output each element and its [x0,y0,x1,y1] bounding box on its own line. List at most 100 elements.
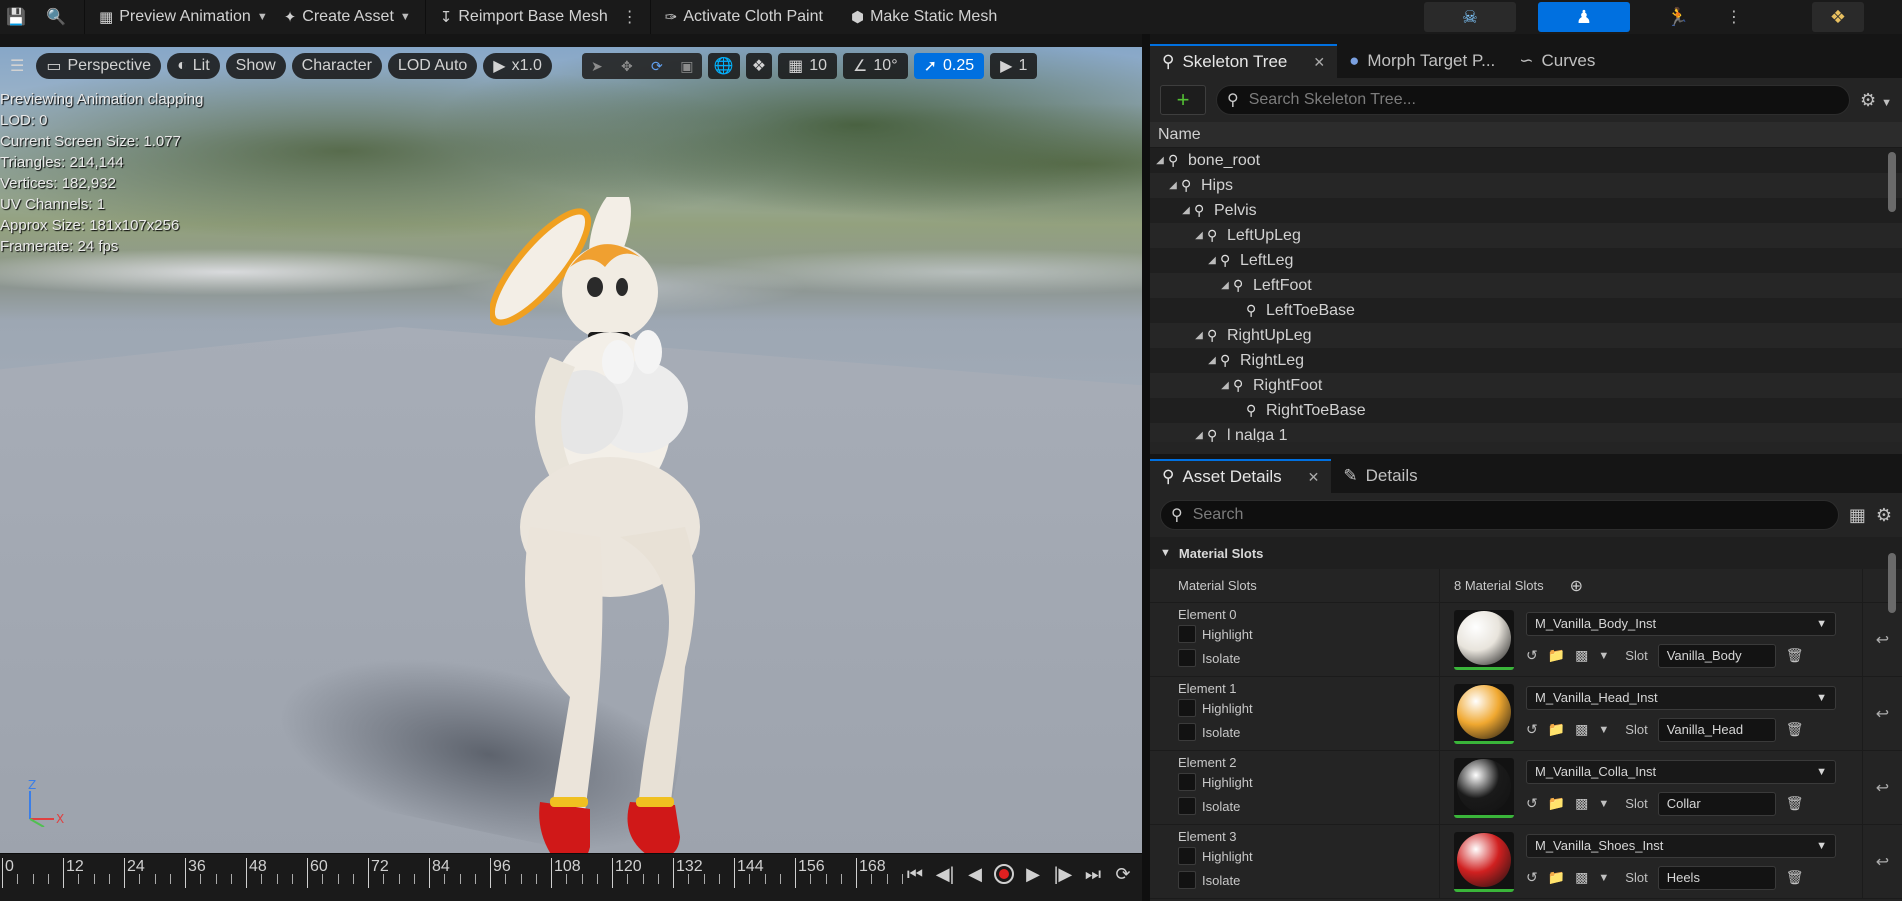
highlight-checkbox[interactable]: Highlight [1178,696,1439,720]
checkbox-box[interactable] [1178,699,1196,717]
timeline-ruler[interactable]: 0 12 24 36 48 60 72 84 96 108 120 132 144 156 168 [0,856,903,896]
checkbox-box[interactable] [1178,625,1196,643]
step-back-icon[interactable]: ◀| [934,860,956,888]
isolate-checkbox[interactable]: Isolate [1178,868,1439,892]
table-view-icon[interactable]: ▦ [1849,505,1866,526]
select-icon[interactable]: ➤ [582,58,612,75]
bone-row[interactable]: ◢ ⚲ LeftUpLeg [1150,223,1902,248]
highlight-checkbox[interactable]: Highlight [1178,770,1439,794]
show-button[interactable]: Show [225,53,286,79]
rotate-icon[interactable]: ⟳ [642,58,672,75]
trash-icon[interactable]: 🗑 [1786,869,1804,886]
bone-row[interactable]: ◢ ⚲ LeftLeg [1150,248,1902,273]
highlight-checkbox[interactable]: Highlight [1178,622,1439,646]
scale-snap-button[interactable]: ➚ 0.25 [913,53,985,79]
chevron-down-icon[interactable]: ▼ [1598,798,1609,810]
play-reverse-icon[interactable]: ◀ [964,860,986,888]
bone-row[interactable]: ◢ ⚲ Hips [1150,173,1902,198]
bone-row[interactable]: ⚲ LeftToeBase [1150,298,1902,323]
close-icon[interactable]: ✕ [1313,54,1325,71]
viewport-menu-button[interactable]: ☰ [4,53,30,79]
chevron-down-icon[interactable]: ▼ [1598,650,1609,662]
skip-to-start-icon[interactable]: ⏮ [904,860,926,888]
bone-row[interactable]: ◢ ⚲ bone_root [1150,148,1902,173]
checkbox-box[interactable] [1178,871,1196,889]
browse-folder-icon[interactable]: 📁 [1548,869,1565,886]
skeleton-search-input[interactable]: ⚲ Search Skeleton Tree... [1216,85,1850,115]
slot-name-input[interactable]: Collar [1657,791,1776,816]
create-asset-button[interactable]: ✦ Create Asset ▼ [276,0,419,34]
column-header-name[interactable]: Name [1150,122,1902,148]
more-options-icon[interactable]: ⋮ [616,3,644,31]
character-button[interactable]: Character [291,53,382,79]
panel-divider[interactable] [1142,34,1150,901]
isolate-checkbox[interactable]: Isolate [1178,720,1439,744]
highlight-checkbox[interactable]: Highlight [1178,844,1439,868]
expand-arrow-icon[interactable]: ◢ [1219,280,1231,291]
bone-row[interactable]: ◢ ⚲ l nalga 1 [1150,423,1902,442]
material-slots-section[interactable]: ▼ Material Slots [1150,537,1902,569]
chevron-down-icon[interactable]: ▼ [1598,872,1609,884]
expand-arrow-icon[interactable]: ◢ [1206,255,1218,266]
tab-asset-details[interactable]: ⚲ Asset Details ✕ [1150,459,1332,493]
checkbox-box[interactable] [1178,773,1196,791]
checkbox-box[interactable] [1178,649,1196,667]
translate-icon[interactable]: ✥ [612,58,642,75]
reset-arrow-icon[interactable]: ↩ [1876,630,1889,650]
reset-arrow-icon[interactable]: ↩ [1876,704,1889,724]
browse-folder-icon[interactable]: 📁 [1548,795,1565,812]
reset-arrow-icon[interactable]: ↩ [1876,778,1889,798]
bone-row[interactable]: ◢ ⚲ Pelvis [1150,198,1902,223]
add-slot-icon[interactable]: ⊕ [1570,576,1583,596]
bone-row[interactable]: ◢ ⚲ RightLeg [1150,348,1902,373]
use-selected-icon[interactable]: ↺ [1526,869,1538,886]
tree-scrollbar[interactable] [1888,152,1896,212]
checkbox-box[interactable] [1178,797,1196,815]
step-forward-icon[interactable]: |▶ [1052,860,1074,888]
playback-speed-button[interactable]: ▶ x1.0 [483,53,552,79]
tab-details[interactable]: ✎ Details [1331,459,1429,493]
material-combo[interactable]: M_Vanilla_Colla_Inst ▼ [1526,759,1836,784]
slot-name-input[interactable]: Vanilla_Body [1657,643,1776,668]
gear-icon[interactable]: ⚙ ▼ [1860,90,1892,111]
perspective-button[interactable]: ▭ Perspective [36,53,162,79]
physics-mode-button[interactable]: ❖ [1812,2,1864,32]
character-model[interactable] [490,197,790,853]
skip-to-end-icon[interactable]: ⏭ [1082,860,1104,888]
isolate-checkbox[interactable]: Isolate [1178,794,1439,818]
chevron-down-icon[interactable]: ▼ [1598,724,1609,736]
checkbox-box[interactable] [1178,847,1196,865]
isolate-checkbox[interactable]: Isolate [1178,646,1439,670]
browse-asset-icon[interactable]: 🔍 [42,3,70,31]
tab-morph-target[interactable]: ● Morph Target P... [1337,44,1507,78]
browse-folder-icon[interactable]: 📁 [1548,647,1565,664]
checker-icon[interactable]: ▩ [1575,721,1588,738]
timeline[interactable]: 0 12 24 36 48 60 72 84 96 108 120 132 144 156 168 ⏮ ◀|… [0,853,1142,901]
use-selected-icon[interactable]: ↺ [1526,795,1538,812]
expand-arrow-icon[interactable]: ◢ [1206,355,1218,366]
reset-arrow-icon[interactable]: ↩ [1876,852,1889,872]
trash-icon[interactable]: 🗑 [1786,795,1804,812]
mesh-mode-button[interactable]: ♟ [1538,2,1630,32]
expand-arrow-icon[interactable]: ◢ [1193,430,1205,441]
slot-name-input[interactable]: Vanilla_Head [1657,717,1776,742]
close-icon[interactable]: ✕ [1308,469,1320,486]
checker-icon[interactable]: ▩ [1575,647,1588,664]
preview-animation-button[interactable]: ▦ Preview Animation ▼ [91,0,276,34]
scale-icon[interactable]: ▣ [672,58,702,75]
bone-row[interactable]: ⚲ RightToeBase [1150,398,1902,423]
checker-icon[interactable]: ▩ [1575,795,1588,812]
skeleton-mode-button[interactable]: ☠ [1424,2,1516,32]
bone-row[interactable]: ◢ ⚲ LeftFoot [1150,273,1902,298]
save-icon[interactable]: 💾 [2,3,30,31]
material-combo[interactable]: M_Vanilla_Head_Inst ▼ [1526,685,1836,710]
material-combo[interactable]: M_Vanilla_Body_Inst ▼ [1526,611,1836,636]
expand-arrow-icon[interactable]: ◢ [1219,380,1231,391]
expand-arrow-icon[interactable]: ◢ [1180,205,1192,216]
expand-arrow-icon[interactable]: ◢ [1193,330,1205,341]
tab-curves[interactable]: ∽ Curves [1507,44,1607,78]
make-static-mesh-button[interactable]: ⬢ Make Static Mesh [843,0,1005,34]
surface-snap-button[interactable]: ❖ [745,53,773,79]
checkbox-box[interactable] [1178,723,1196,741]
activate-cloth-paint-button[interactable]: ✑ Activate Cloth Paint [657,0,831,34]
